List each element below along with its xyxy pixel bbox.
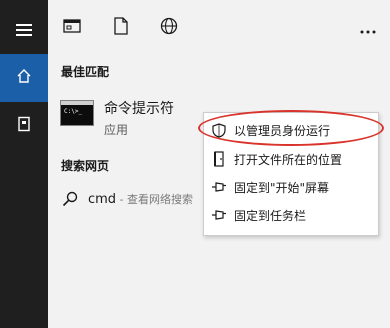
more-options-button[interactable] [356,16,380,40]
pin-icon [204,181,234,193]
hamburger-menu-icon [16,21,32,40]
command-prompt-thumb-text: C:\>_ [64,108,83,115]
web-filter-button[interactable] [157,16,181,40]
best-match-heading: 最佳匹配 [61,65,110,79]
more-icon [360,19,376,38]
left-rail [0,0,48,328]
menu-item-label: 以管理员身份运行 [234,123,331,138]
search-icon [62,191,78,211]
rail-documents-button[interactable] [0,102,48,150]
apps-filter-icon [63,18,81,38]
menu-item-label: 固定到"开始"屏幕 [234,180,330,195]
menu-item-pin-to-start[interactable]: 固定到"开始"屏幕 [204,173,378,201]
result-title: 命令提示符 [104,101,174,117]
documents-filter-icon [114,17,128,39]
home-icon [16,68,32,88]
rail-home-button[interactable] [0,54,48,102]
menu-item-label: 固定到任务栏 [234,208,307,223]
folder-open-icon [204,151,234,167]
web-search-text: cmd - 查看网络搜索 [88,191,193,207]
pin-icon [204,209,234,221]
web-filter-icon [160,17,178,39]
menu-item-run-as-admin[interactable]: 以管理员身份运行 [204,116,378,144]
apps-filter-button[interactable] [60,16,84,40]
menu-item-pin-to-taskbar[interactable]: 固定到任务栏 [204,201,378,229]
shield-icon [204,122,234,138]
web-search-heading: 搜索网页 [61,159,110,173]
result-subtitle: 应用 [104,123,129,137]
documents-filter-button[interactable] [109,16,133,40]
hamburger-menu-button[interactable] [0,6,48,54]
command-prompt-app-icon: C:\>_ [60,100,94,126]
web-search-hint: - 查看网络搜索 [116,193,194,206]
context-menu: 以管理员身份运行 打开文件所在的位置 固定到"开始"屏幕 固定到任务栏 [203,112,379,236]
menu-item-label: 打开文件所在的位置 [234,152,343,167]
web-search-query: cmd [88,192,117,207]
menu-item-open-file-location[interactable]: 打开文件所在的位置 [204,145,378,173]
documents-icon [16,116,32,136]
